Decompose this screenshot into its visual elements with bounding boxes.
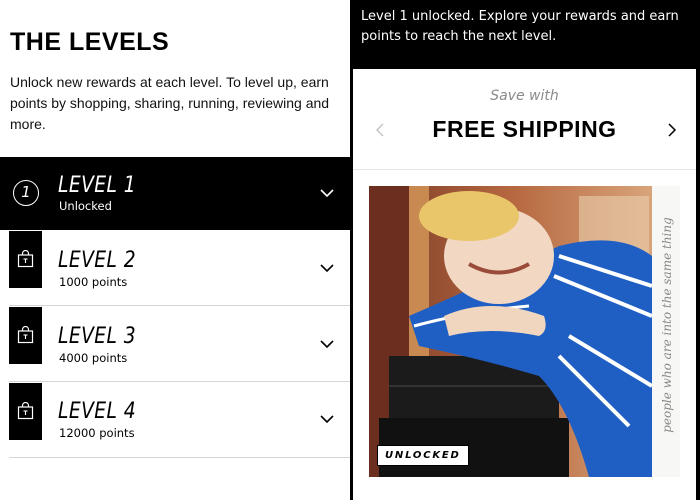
shopping-bag-icon [17,326,34,344]
levels-panel: THE LEVELS Unlock new rewards at each le… [0,0,350,500]
level-3-lock-tile [9,307,42,364]
chevron-left-icon[interactable] [373,122,387,138]
level-3-points: 4000 points [59,351,128,365]
level-1-status: Unlocked [59,199,112,213]
vertical-slogan: people who are into the same thing [652,186,680,477]
level-1-row[interactable] [0,157,350,230]
level-4-lock-tile [9,383,42,440]
reward-kicker: Save with [490,88,559,104]
reward-title: FREE SHIPPING [432,116,617,142]
chevron-right-icon[interactable] [665,122,679,138]
level-1-badge: 1 [13,180,39,206]
level-2-lock-tile [9,231,42,288]
vertical-slogan-text: people who are into the same thing [660,217,674,433]
level-1-name: LEVEL 1 [58,173,137,198]
card-divider [353,169,696,170]
reward-carousel-card: Save with FREE SHIPPING people who are i… [353,69,696,500]
unlocked-badge: UNLOCKED [377,445,469,466]
chevron-down-icon[interactable] [319,339,335,349]
reward-photo: people who are into the same thing UNLOC… [369,186,680,477]
chevron-down-icon[interactable] [319,263,335,273]
levels-description: Unlock new rewards at each level. To lev… [10,74,330,132]
shopping-bag-icon [17,250,34,268]
level-4-points: 12000 points [59,426,135,440]
shopping-bag-icon [17,402,34,420]
rewards-panel: Level 1 unlocked. Explore your rewards a… [350,0,700,500]
level-3-name: LEVEL 3 [58,324,137,349]
person-on-boxes-image [369,186,652,477]
chevron-down-icon[interactable] [319,188,335,198]
level-2-name: LEVEL 2 [58,248,137,273]
chevron-down-icon[interactable] [319,414,335,424]
level-4-name: LEVEL 4 [58,399,137,424]
levels-title: THE LEVELS [10,28,170,56]
unlock-message: Level 1 unlocked. Explore your rewards a… [361,9,679,44]
level-2-points: 1000 points [59,275,128,289]
